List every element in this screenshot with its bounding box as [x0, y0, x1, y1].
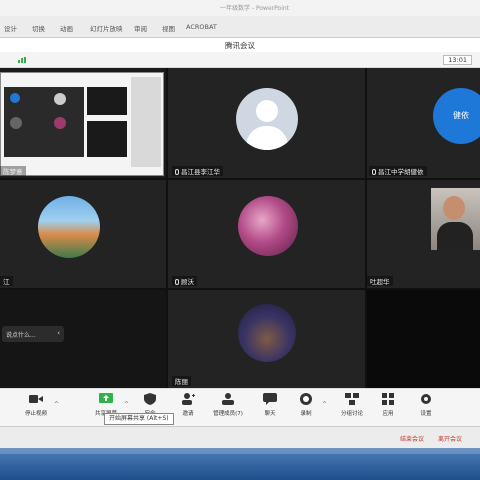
- chevron-up-icon[interactable]: ^: [322, 401, 327, 408]
- collapse-icon[interactable]: ‹: [57, 329, 60, 337]
- powerpoint-title: 一年级数学 - PowerPoint: [220, 5, 290, 12]
- meeting-title: 腾讯会议: [225, 41, 255, 50]
- add-user-icon: [182, 393, 195, 405]
- chevron-up-icon[interactable]: ^: [124, 401, 129, 408]
- microphone-icon: [372, 169, 376, 175]
- participant-name: 昌江县李江华: [172, 166, 223, 176]
- record-button[interactable]: 录制: [286, 393, 326, 417]
- video-camera-icon: [29, 395, 43, 403]
- video-tile-participant[interactable]: 昌江县李江华: [168, 68, 365, 178]
- meeting-end-bar: 结束会议 离开会议: [0, 426, 480, 448]
- breakout-icon: [345, 393, 359, 405]
- video-tile-participant[interactable]: 江: [0, 180, 166, 288]
- members-icon: [222, 393, 234, 405]
- leave-meeting-button[interactable]: 离开会议: [438, 434, 462, 443]
- participant-name: 吐超华: [367, 276, 393, 286]
- participant-video: [431, 188, 480, 250]
- avatar: 健依: [433, 88, 480, 144]
- microphone-icon: [175, 169, 179, 175]
- avatar: [238, 304, 296, 362]
- chat-button[interactable]: 聊天: [250, 393, 290, 417]
- settings-button[interactable]: 设置: [406, 393, 446, 417]
- participant-name: 顾沃: [172, 276, 197, 286]
- participant-name: 陈丽: [172, 376, 191, 386]
- share-screen-tooltip: 开始屏幕共享 (Alt+S): [104, 413, 174, 425]
- ribbon-tab-review[interactable]: 审阅: [134, 23, 147, 33]
- video-tile-participant[interactable]: 陈丽: [168, 290, 365, 388]
- participant-name: 陈梦意: [0, 166, 26, 176]
- shared-grid-preview: [4, 87, 84, 157]
- breakout-rooms-button[interactable]: 分组讨论: [332, 393, 372, 417]
- shared-side-panel: [131, 77, 161, 167]
- powerpoint-ribbon: 设计 切换 动画 幻灯片放映 审阅 视图 ACROBAT: [0, 16, 480, 38]
- record-icon: [300, 393, 312, 405]
- video-tile-share[interactable]: 陈梦意: [0, 68, 166, 178]
- windows-taskbar: [0, 448, 480, 480]
- stop-video-button[interactable]: 停止视频: [16, 393, 56, 417]
- empty-tile: [367, 290, 480, 388]
- ribbon-tab-view[interactable]: 视图: [162, 23, 175, 33]
- shared-screen-preview: [0, 72, 164, 176]
- powerpoint-title-bar: 一年级数学 - PowerPoint: [0, 0, 480, 16]
- video-tile-participant[interactable]: 吐超华: [367, 180, 480, 288]
- chat-icon: [263, 393, 277, 405]
- microphone-icon: [175, 279, 179, 285]
- avatar: [238, 196, 298, 256]
- chat-input[interactable]: 说点什么... ‹: [2, 326, 64, 342]
- video-tile-participant[interactable]: 健依 昌江中学胡健依: [367, 68, 480, 178]
- video-grid: 陈梦意 昌江县李江华 健依 昌江中学胡健依 江 顾沃 吐超华 说点什么... ‹…: [0, 68, 480, 388]
- shared-thumbnail: [87, 121, 127, 157]
- chat-tile: 说点什么... ‹: [0, 290, 166, 388]
- shield-icon: [144, 393, 156, 405]
- meeting-title-bar: 腾讯会议: [0, 38, 480, 52]
- gear-icon: [421, 394, 431, 404]
- apps-button[interactable]: 应用: [368, 393, 408, 417]
- ribbon-tab-design[interactable]: 设计: [4, 23, 17, 33]
- meeting-timer: 13:01: [443, 55, 472, 65]
- manage-members-button[interactable]: 管理成员(7): [208, 393, 248, 417]
- chevron-up-icon[interactable]: ^: [54, 401, 59, 408]
- avatar: [236, 88, 298, 150]
- ribbon-tab-slideshow[interactable]: 幻灯片放映: [90, 23, 123, 33]
- ribbon-tab-acrobat[interactable]: ACROBAT: [186, 23, 217, 31]
- ribbon-tab-animations[interactable]: 动画: [60, 23, 73, 33]
- meeting-info-bar: 13:01: [0, 52, 480, 68]
- end-meeting-button[interactable]: 结束会议: [400, 434, 424, 443]
- share-screen-icon: [99, 393, 113, 403]
- meeting-toolbar: 停止视频 ^ 共享屏幕 ^ 安全 邀请 管理成员(7) 聊天 录制 ^ 分组讨论…: [0, 388, 480, 426]
- signal-icon[interactable]: [18, 57, 26, 63]
- avatar: [38, 196, 100, 258]
- invite-button[interactable]: 邀请: [168, 393, 208, 417]
- ribbon-tab-transitions[interactable]: 切换: [32, 23, 45, 33]
- video-tile-participant[interactable]: 顾沃: [168, 180, 365, 288]
- participant-name: 昌江中学胡健依: [369, 166, 427, 176]
- participant-name: 江: [0, 276, 13, 286]
- apps-icon: [382, 393, 394, 405]
- shared-thumbnail: [87, 87, 127, 115]
